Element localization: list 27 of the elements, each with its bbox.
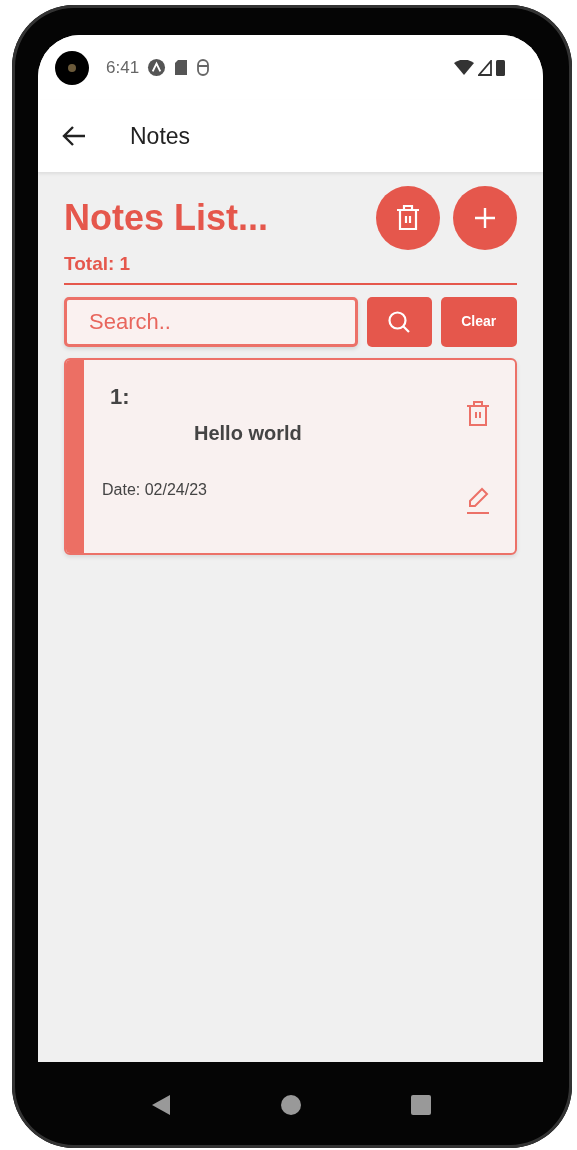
delete-icon[interactable] bbox=[465, 399, 491, 428]
note-card[interactable]: 1: Hello world Date: 02/24/23 bbox=[64, 357, 517, 555]
back-icon[interactable] bbox=[150, 1094, 171, 1116]
sd-card-icon bbox=[174, 59, 189, 76]
trash-icon bbox=[395, 204, 421, 232]
list-title: Notes List... bbox=[64, 198, 270, 238]
back-arrow-icon[interactable] bbox=[62, 125, 86, 147]
edit-icon[interactable] bbox=[465, 486, 491, 515]
screen-title: Notes bbox=[130, 121, 191, 151]
note-date: Date: 02/24/23 bbox=[102, 479, 207, 500]
notification-icon bbox=[196, 59, 211, 76]
search-field[interactable]: Search.. bbox=[64, 296, 358, 347]
status-time: 6:41 bbox=[106, 56, 140, 79]
battery-icon bbox=[496, 59, 505, 76]
recents-icon[interactable] bbox=[410, 1095, 431, 1115]
plus-icon bbox=[474, 207, 496, 229]
camera-icon bbox=[54, 49, 90, 86]
wifi-icon bbox=[454, 59, 474, 76]
note-number: 1: bbox=[110, 385, 131, 408]
notification-icon bbox=[147, 58, 167, 77]
note-title: Hello world bbox=[194, 420, 303, 446]
clear-button[interactable]: Clear bbox=[440, 296, 517, 347]
total-count: Total: 1 bbox=[64, 252, 132, 276]
search-button[interactable] bbox=[367, 296, 432, 347]
signal-icon bbox=[478, 59, 492, 76]
home-icon[interactable] bbox=[280, 1095, 301, 1115]
search-icon bbox=[387, 309, 412, 334]
